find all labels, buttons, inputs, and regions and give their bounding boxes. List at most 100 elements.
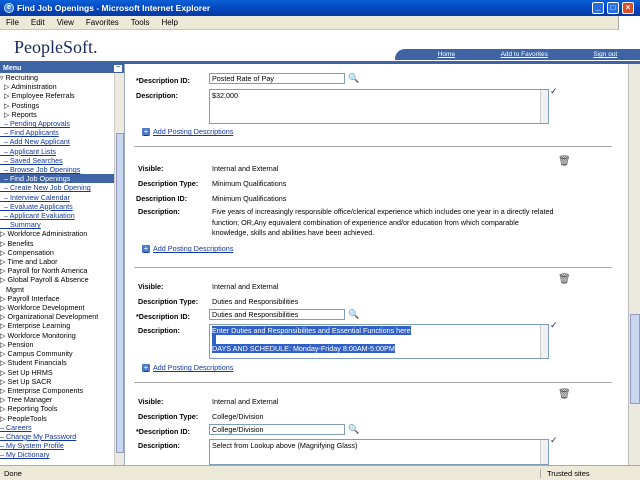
menu-item[interactable]: ▷ Workforce Administration — [0, 229, 114, 238]
menu-item[interactable]: – Change My Password — [0, 432, 114, 441]
menu-title: Menu — [3, 65, 22, 72]
description-label: Description: — [136, 91, 178, 100]
menu-view[interactable]: View — [51, 18, 80, 27]
add-posting-descriptions-link[interactable]: + Add Posting Descriptions — [142, 127, 233, 136]
description-textarea[interactable]: Select from Lookup above (Magnifying Gla… — [209, 439, 549, 465]
windows-logo-icon — [618, 16, 640, 30]
menu-item[interactable]: ▷ Set Up HRMS — [0, 368, 114, 377]
spell-check-icon[interactable]: ✓ — [550, 320, 558, 331]
menu-item[interactable]: ▷ Administration — [0, 82, 114, 91]
desc-id-field[interactable]: Posted Rate of Pay — [209, 73, 345, 84]
menu-item[interactable]: ▷ Enterprise Components — [0, 386, 114, 395]
menu-list: ▿ Recruiting ▷ Administration ▷ Employee… — [0, 73, 114, 465]
plus-icon: + — [142, 362, 150, 372]
posting-description-card: 🗑 Visible: Internal and External Descrip… — [134, 270, 612, 383]
menu-item[interactable]: ▷ Time and Labor — [0, 257, 114, 266]
menu-edit[interactable]: Edit — [25, 18, 51, 27]
delete-icon[interactable]: 🗑 — [558, 156, 571, 167]
menu-item[interactable]: ▷ Campus Community — [0, 349, 114, 358]
menu-item[interactable]: ▷ Reporting Tools — [0, 404, 114, 413]
peoplesoft-logo: PeopleSoft. — [14, 37, 98, 57]
menu-item[interactable]: ▷ Payroll Interface — [0, 294, 114, 303]
add-posting-descriptions-link[interactable]: + Add Posting Descriptions — [142, 244, 233, 253]
title-bar: e Find Job Openings - Microsoft Internet… — [0, 0, 640, 16]
menu-item[interactable]: ▷ Employee Referrals — [0, 91, 114, 100]
desc-id-field[interactable]: College/Division — [209, 424, 345, 435]
menu-item[interactable]: ▷ Tree Manager — [0, 395, 114, 404]
posting-description-card: 🗑 Visible: Internal and External Descrip… — [134, 385, 612, 465]
desc-id-label: *Description ID: — [136, 427, 190, 436]
menu-item[interactable]: – Find Job Openings — [0, 174, 114, 184]
spell-check-icon[interactable]: ✓ — [550, 86, 558, 97]
posting-description-card: *Description ID: Posted Rate of Pay 🔍 De… — [134, 64, 612, 147]
spell-check-icon[interactable]: ✓ — [550, 435, 558, 446]
close-button[interactable]: × — [622, 2, 634, 14]
description-textarea[interactable]: Enter Duties and Responsibilites and Ess… — [209, 324, 549, 359]
menu-tools[interactable]: Tools — [125, 18, 156, 27]
menu-item[interactable]: – Create New Job Opening — [0, 183, 114, 192]
visible-value: Internal and External — [212, 282, 279, 291]
add-posting-descriptions-link[interactable]: + Add Posting Descriptions — [142, 363, 233, 372]
menu-file[interactable]: File — [0, 18, 25, 27]
maximize-button[interactable]: □ — [607, 2, 619, 14]
lookup-icon[interactable]: 🔍 — [348, 424, 359, 435]
menu-item[interactable]: – Evaluate Applicants — [0, 202, 114, 211]
lookup-icon[interactable]: 🔍 — [348, 309, 359, 320]
header-nav: Home Add to Favorites Sign out — [395, 49, 640, 60]
menu-item[interactable]: – My System Profile — [0, 441, 114, 450]
desc-id-label: Description ID: — [136, 194, 188, 203]
desc-id-label: *Description ID: — [136, 312, 190, 321]
menu-item[interactable]: ▷ Compensation — [0, 248, 114, 257]
menu-item[interactable]: – Pending Approvals — [0, 119, 114, 128]
menu-item[interactable]: Mgmt — [0, 285, 114, 294]
page-scrollbar[interactable] — [628, 64, 640, 465]
sign-out-link[interactable]: Sign out — [593, 51, 617, 58]
menu-scrollbar[interactable] — [114, 73, 124, 465]
menu-item[interactable]: – Find Applicants — [0, 128, 114, 137]
menu-item[interactable]: – Applicant Evaluation — [0, 211, 114, 220]
menu-help[interactable]: Help — [155, 18, 183, 27]
menu-item[interactable]: – Saved Searches — [0, 156, 114, 165]
lookup-icon[interactable]: 🔍 — [348, 73, 359, 84]
security-zone: Trusted sites — [540, 468, 640, 478]
menu-item[interactable]: ▷ Payroll for North America — [0, 266, 114, 275]
selected-text-line1: Enter Duties and Responsibilites and Ess… — [212, 326, 411, 335]
menu-item[interactable]: ▿ Recruiting — [0, 73, 114, 82]
menu-item[interactable]: – Careers — [0, 423, 114, 432]
description-textarea[interactable]: $32,000 — [209, 89, 549, 124]
menu-item[interactable]: ▷ Postings — [0, 101, 114, 110]
menu-favorites[interactable]: Favorites — [80, 18, 125, 27]
menu-bar: File Edit View Favorites Tools Help — [0, 16, 640, 30]
minimize-button[interactable]: _ — [592, 2, 604, 14]
menu-item[interactable]: – Interview Calendar — [0, 193, 114, 202]
menu-item[interactable]: ▷ Student Financials — [0, 358, 114, 367]
menu-item[interactable]: ▷ Workforce Monitoring — [0, 331, 114, 340]
browser-window: e Find Job Openings - Microsoft Internet… — [0, 0, 640, 480]
menu-item[interactable]: ▷ Organizational Development — [0, 312, 114, 321]
collapse-menu-icon[interactable]: − — [114, 64, 122, 72]
menu-item[interactable]: ▷ Benefits — [0, 239, 114, 248]
delete-icon[interactable]: 🗑 — [558, 389, 571, 400]
menu-header: Menu − — [0, 64, 124, 73]
posting-description-card: 🗑 Visible: Internal and External Descrip… — [134, 152, 612, 268]
visible-value: Internal and External — [212, 397, 279, 406]
menu-item[interactable]: ▷ Workforce Development — [0, 303, 114, 312]
menu-item[interactable]: ▷ Pension — [0, 340, 114, 349]
menu-item[interactable]: Summary — [0, 220, 114, 229]
desc-type-value: Minimum Qualifications — [212, 179, 287, 188]
menu-item[interactable]: – Browse Job Openings — [0, 165, 114, 174]
menu-item[interactable]: – My Dictionary — [0, 450, 114, 459]
menu-item[interactable]: – Applicant Lists — [0, 147, 114, 156]
menu-item[interactable]: ▷ Global Payroll & Absence — [0, 275, 114, 284]
delete-icon[interactable]: 🗑 — [558, 274, 571, 285]
menu-item[interactable]: – Add New Applicant — [0, 137, 114, 146]
visible-label: Visible: — [138, 397, 164, 406]
home-link[interactable]: Home — [438, 51, 455, 58]
visible-value: Internal and External — [212, 164, 279, 173]
desc-id-field[interactable]: Duties and Responsibilities — [209, 309, 345, 320]
menu-item[interactable]: ▷ Reports — [0, 110, 114, 119]
menu-item[interactable]: ▷ PeopleTools — [0, 414, 114, 423]
add-to-favorites-link[interactable]: Add to Favorites — [501, 51, 548, 58]
menu-item[interactable]: ▷ Enterprise Learning — [0, 321, 114, 330]
menu-item[interactable]: ▷ Set Up SACR — [0, 377, 114, 386]
